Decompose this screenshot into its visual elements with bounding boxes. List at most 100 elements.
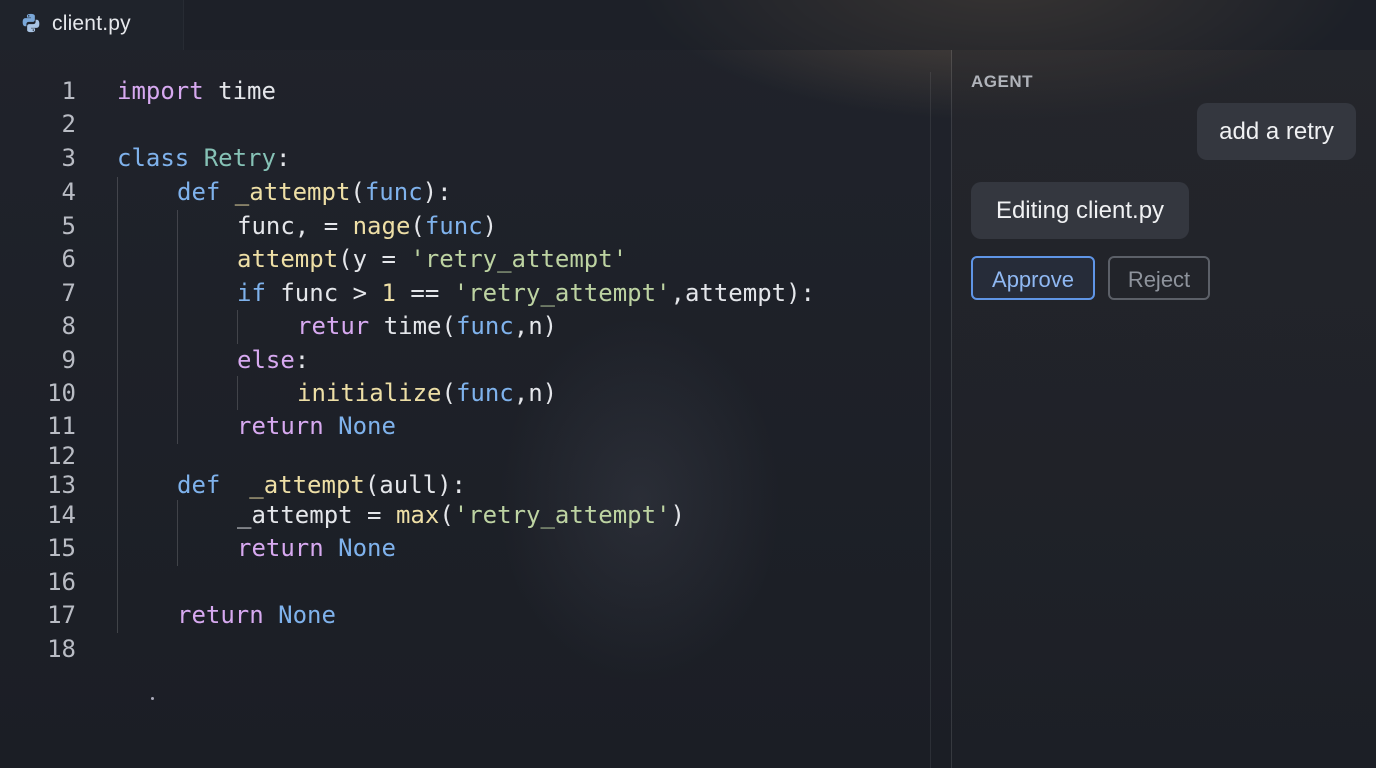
line-number: 8 [61, 312, 76, 340]
code-line[interactable]: 17 return None [0, 600, 930, 630]
code-editor[interactable]: 1 import time 2 3 class Retry: 4 def _attempt(… [0, 50, 930, 768]
code-line[interactable]: 7 if func > 1 == 'retry_attempt',attempt)… [0, 278, 930, 308]
code-token: _attempt [234, 178, 351, 206]
code-token: == [395, 279, 454, 307]
code-token: ): [422, 178, 452, 206]
code-text: retur time(func,n) [297, 311, 557, 341]
code-token: func [364, 178, 423, 206]
line-number: 10 [47, 379, 76, 407]
line-number: 18 [47, 635, 76, 663]
indent-guide [177, 500, 178, 566]
code-token: ,n) [513, 379, 558, 407]
code-token: func [455, 312, 514, 340]
code-line[interactable]: 15 return None [0, 533, 930, 563]
code-token: : [294, 346, 310, 374]
code-token: 1 [381, 279, 396, 307]
code-token: None [338, 412, 396, 440]
line-number: 15 [47, 534, 76, 562]
code-text: _attempt = max('retry_attempt') [237, 500, 685, 530]
code-line[interactable]: 10 initialize(func,n) [0, 378, 930, 408]
approve-button[interactable]: Approve [971, 256, 1095, 300]
code-token: (y = [338, 245, 411, 273]
code-token: _attempt = [237, 501, 396, 529]
code-line[interactable]: 3 class Retry: [0, 143, 930, 173]
line-number: 12 [47, 442, 76, 470]
indent-guide [237, 310, 238, 344]
code-token: def [177, 178, 235, 206]
code-token: ( [410, 212, 425, 240]
reject-button[interactable]: Reject [1108, 256, 1210, 300]
code-token: 'retry_attempt' [410, 245, 628, 273]
code-text: def _attempt(func): [177, 177, 452, 207]
code-token: max [395, 501, 440, 529]
editor-divider [930, 72, 931, 768]
code-token: (aull): [364, 471, 466, 499]
line-number: 11 [47, 412, 76, 440]
line-number: 6 [61, 245, 76, 273]
code-token: ( [350, 178, 365, 206]
code-line[interactable]: 8 retur time(func,n) [0, 311, 930, 341]
code-text: import time [117, 76, 276, 106]
code-line[interactable]: 14 _attempt = max('retry_attempt') [0, 500, 930, 530]
code-line[interactable]: 6 attempt(y = 'retry_attempt' [0, 244, 930, 274]
code-line[interactable]: 12 [0, 441, 930, 471]
code-token: 'retry_attempt' [453, 279, 671, 307]
indent-guide [117, 177, 118, 633]
code-token: time [218, 77, 276, 105]
code-token: None [338, 534, 396, 562]
code-token: None [278, 601, 336, 629]
line-number: 1 [61, 77, 76, 105]
code-line[interactable]: 1 import time [0, 76, 930, 106]
code-token: if [237, 279, 266, 307]
code-token: func, = [237, 212, 353, 240]
code-token: def [177, 471, 235, 499]
code-token: return [177, 601, 264, 629]
code-line[interactable]: 13 def _attempt(aull): [0, 470, 930, 500]
code-line[interactable]: 11 return None [0, 411, 930, 441]
code-token: func > [265, 279, 382, 307]
code-token: initialize [297, 379, 442, 407]
code-line[interactable]: 2 [0, 109, 930, 139]
line-number: 17 [47, 601, 76, 629]
code-line[interactable]: 5 func, = nage(func) [0, 211, 930, 241]
code-text: else: [237, 345, 309, 375]
line-number: 14 [47, 501, 76, 529]
agent-message-bubble: Editing client.py [971, 182, 1189, 239]
user-message-bubble: add a retry [1197, 103, 1356, 160]
code-text: attempt(y = 'retry_attempt' [237, 244, 627, 274]
code-text: if func > 1 == 'retry_attempt',attempt): [237, 278, 815, 308]
code-token: attempt [237, 245, 339, 273]
code-token: nage [352, 212, 411, 240]
line-number: 9 [61, 346, 76, 374]
code-token: retur [297, 312, 370, 340]
code-line[interactable]: 18 [0, 634, 930, 664]
agent-panel-title: AGENT [971, 72, 1033, 91]
tab-filename: client.py [52, 12, 131, 35]
code-line[interactable]: 9 else: [0, 345, 930, 375]
code-token: ,attempt): [670, 279, 816, 307]
code-token: ( [439, 501, 454, 529]
line-number: 5 [61, 212, 76, 240]
indent-guide [177, 210, 178, 444]
code-line[interactable]: 16 [0, 567, 930, 597]
tab-client-py[interactable]: client.py [0, 0, 184, 50]
code-text: def _attempt(aull): [177, 470, 466, 500]
code-token: 'retry_attempt' [453, 501, 671, 529]
code-token: import [117, 77, 219, 105]
line-number: 7 [61, 279, 76, 307]
code-token: return [237, 534, 324, 562]
code-text: class Retry: [117, 143, 290, 173]
code-line[interactable]: 4 def _attempt(func): [0, 177, 930, 207]
tab-bar: client.py [0, 0, 1376, 50]
code-text: return None [177, 600, 336, 630]
line-number: 3 [61, 144, 76, 172]
line-number: 13 [47, 471, 76, 499]
line-number: 16 [47, 568, 76, 596]
indent-guide [237, 376, 238, 410]
code-token: class [117, 144, 204, 172]
line-number: 2 [61, 110, 76, 138]
panel-divider[interactable] [951, 50, 952, 768]
